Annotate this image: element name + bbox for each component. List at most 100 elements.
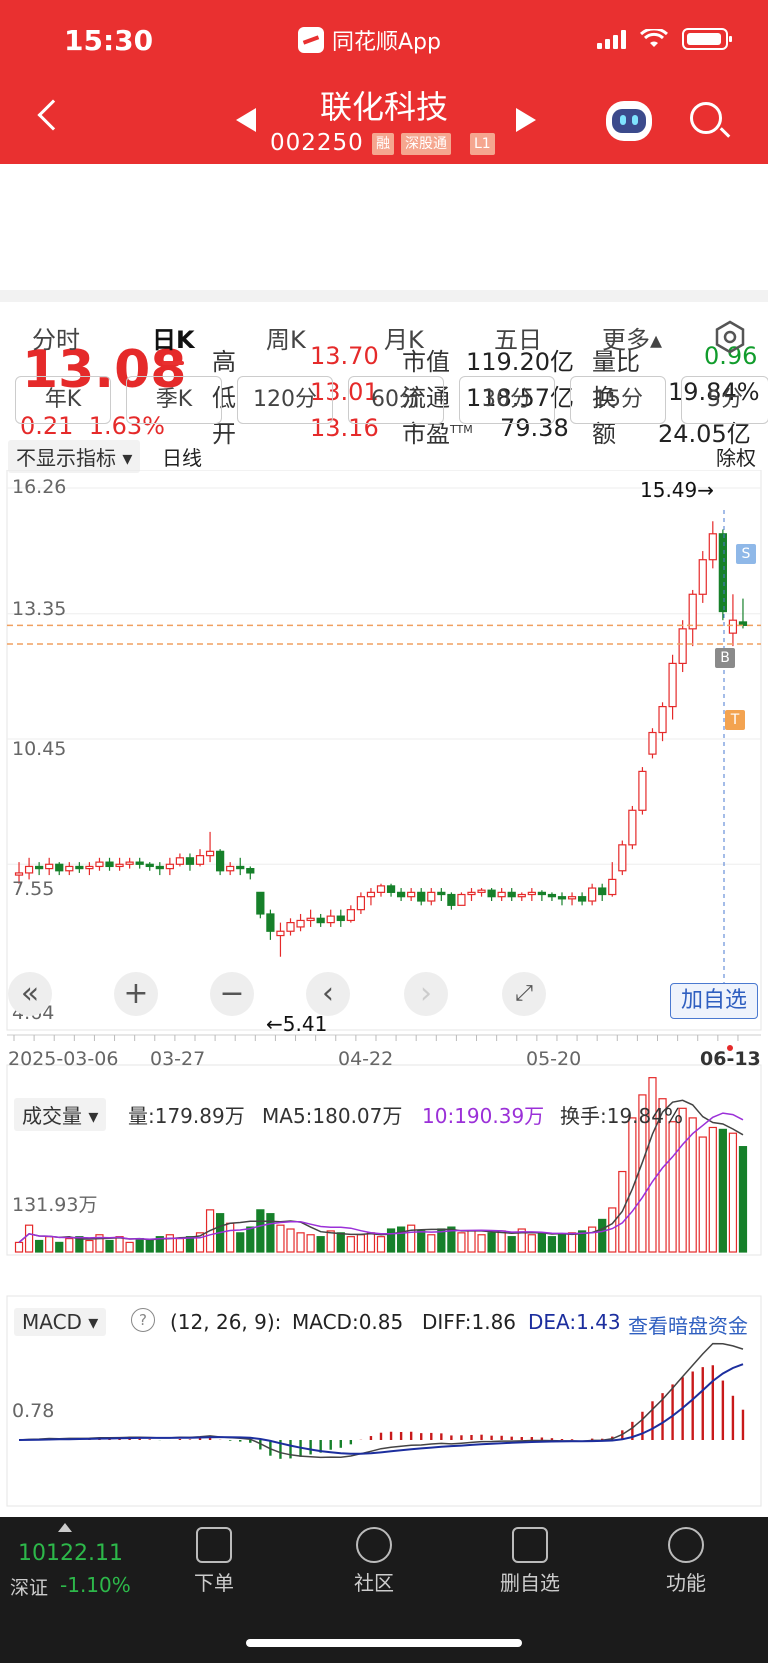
period-120m[interactable]: 120分 [237, 376, 333, 424]
candle-body [336, 915, 345, 922]
dark-pool-link[interactable]: 查看暗盘资金 [628, 1310, 748, 1339]
period-year-k[interactable]: 年K [15, 376, 111, 424]
volume-bar [226, 1222, 235, 1253]
volume-bar [628, 1117, 637, 1253]
search-icon[interactable] [690, 102, 722, 134]
nav-functions[interactable]: 功能 [636, 1517, 736, 1596]
nav-order[interactable]: 下单 [164, 1517, 264, 1596]
volume-selector[interactable]: 成交量 ▾ [14, 1098, 107, 1131]
buy-marker[interactable]: B [715, 648, 735, 668]
robot-assistant-icon[interactable] [606, 101, 652, 141]
candle-body [577, 896, 587, 902]
volume-bar [718, 1128, 727, 1253]
candle-body [135, 861, 144, 865]
period-5m[interactable]: 5分 [681, 376, 768, 424]
volume-bar [45, 1236, 54, 1253]
zoom-out-icon[interactable]: − [210, 972, 254, 1016]
index-value[interactable]: 10122.11 [18, 1541, 123, 1566]
macd-value: MACD:0.85 [292, 1310, 404, 1334]
tab-five-day[interactable]: 五日 [494, 320, 542, 355]
status-app-name: 同花顺App [332, 30, 441, 55]
tag-margin: 融 [372, 133, 394, 155]
tab-more[interactable]: 更多▴ [602, 320, 662, 355]
quote-panel: 13.08 0.21 1.63% 高 13.70 低 13.01 开 13.16… [0, 164, 768, 448]
candle-body [205, 850, 215, 857]
candle-body [35, 865, 44, 870]
next-icon[interactable]: › [404, 972, 448, 1016]
date-3: 04-22 [338, 1048, 394, 1070]
candle-body [65, 865, 74, 872]
nav-remove-watch[interactable]: 删自选 [480, 1517, 580, 1596]
candle-body [698, 559, 707, 595]
volume-bar [346, 1236, 355, 1253]
candle-body [728, 619, 738, 634]
add-watchlist-button[interactable]: 加自选 [670, 983, 758, 1019]
volume-bar [497, 1230, 506, 1253]
macd-params: (12, 26, 9): [170, 1310, 282, 1334]
tab-weekly-k[interactable]: 周K [266, 320, 306, 355]
candle-body [85, 865, 94, 870]
tab-monthly-k[interactable]: 月K [384, 320, 424, 355]
volume-bar [276, 1224, 285, 1253]
home-indicator [246, 1639, 522, 1647]
next-stock-icon[interactable] [516, 108, 536, 132]
scroll-back-icon[interactable]: « [8, 972, 52, 1016]
candle-body [688, 593, 697, 630]
candle-body [185, 857, 195, 865]
candle-body [638, 770, 647, 811]
candle-body [95, 861, 104, 868]
prev-icon[interactable]: ‹ [306, 972, 350, 1016]
period-quarter-k[interactable]: 季K [126, 376, 222, 424]
nav-community[interactable]: 社区 [324, 1517, 424, 1596]
macd-selector[interactable]: MACD ▾ [14, 1308, 107, 1336]
candle-body [195, 855, 205, 865]
diff-line [18, 1342, 744, 1459]
index-name: 深证 [10, 1577, 49, 1599]
volume-bar [417, 1230, 426, 1253]
volume-bar [537, 1232, 546, 1253]
expand-icon[interactable] [58, 1523, 72, 1532]
sell-marker[interactable]: S [736, 544, 756, 564]
tab-daily-k[interactable]: 日K [152, 320, 195, 355]
candle-body [105, 861, 114, 868]
kline-frame [6, 470, 762, 1031]
period-60m[interactable]: 60分 [348, 376, 444, 424]
prev-stock-icon[interactable] [236, 108, 256, 132]
fullscreen-icon[interactable]: ⤢ [502, 972, 546, 1016]
candle-body [497, 891, 506, 898]
candle-body [376, 885, 386, 893]
zoom-in-icon[interactable]: + [114, 972, 158, 1016]
volume-bar [326, 1230, 335, 1253]
period-30m[interactable]: 30分 [459, 376, 555, 424]
settings-hexagon-icon[interactable] [713, 320, 747, 354]
volume-bar [376, 1236, 386, 1253]
y-label-2: 13.35 [12, 598, 67, 620]
candle-body [236, 865, 245, 870]
candle-body [306, 917, 315, 922]
chart-tabs: 分时 日K 周K 月K 五日 更多▴ [0, 302, 768, 368]
tab-intraday[interactable]: 分时 [32, 320, 80, 355]
adjust-mode[interactable]: 除权 [716, 442, 756, 471]
candle-body [678, 628, 687, 664]
candle-body [14, 872, 24, 876]
volume-bar [487, 1232, 496, 1253]
candle-body [407, 891, 416, 898]
t-marker[interactable]: T [725, 710, 745, 730]
candle-body [226, 865, 235, 872]
volume-bar [467, 1230, 476, 1253]
date-2: 03-27 [150, 1048, 206, 1070]
volume-bar [306, 1234, 315, 1253]
y-label-3: 10.45 [12, 738, 67, 760]
tag-connect: 深股通 [401, 133, 451, 155]
indicator-toggle[interactable]: 不显示指标 ▾ [8, 440, 141, 473]
help-icon[interactable]: ? [131, 1308, 155, 1332]
period-15m[interactable]: 15分 [570, 376, 666, 424]
order-icon [196, 1527, 232, 1563]
date-start: 2025-03-06 [8, 1048, 119, 1070]
volume-bar [14, 1241, 24, 1253]
candle-body [286, 922, 295, 932]
candle-body [75, 865, 84, 870]
volume-bar [407, 1224, 416, 1253]
candle-body [346, 909, 355, 922]
max-price-label: 15.49→ [640, 478, 715, 502]
